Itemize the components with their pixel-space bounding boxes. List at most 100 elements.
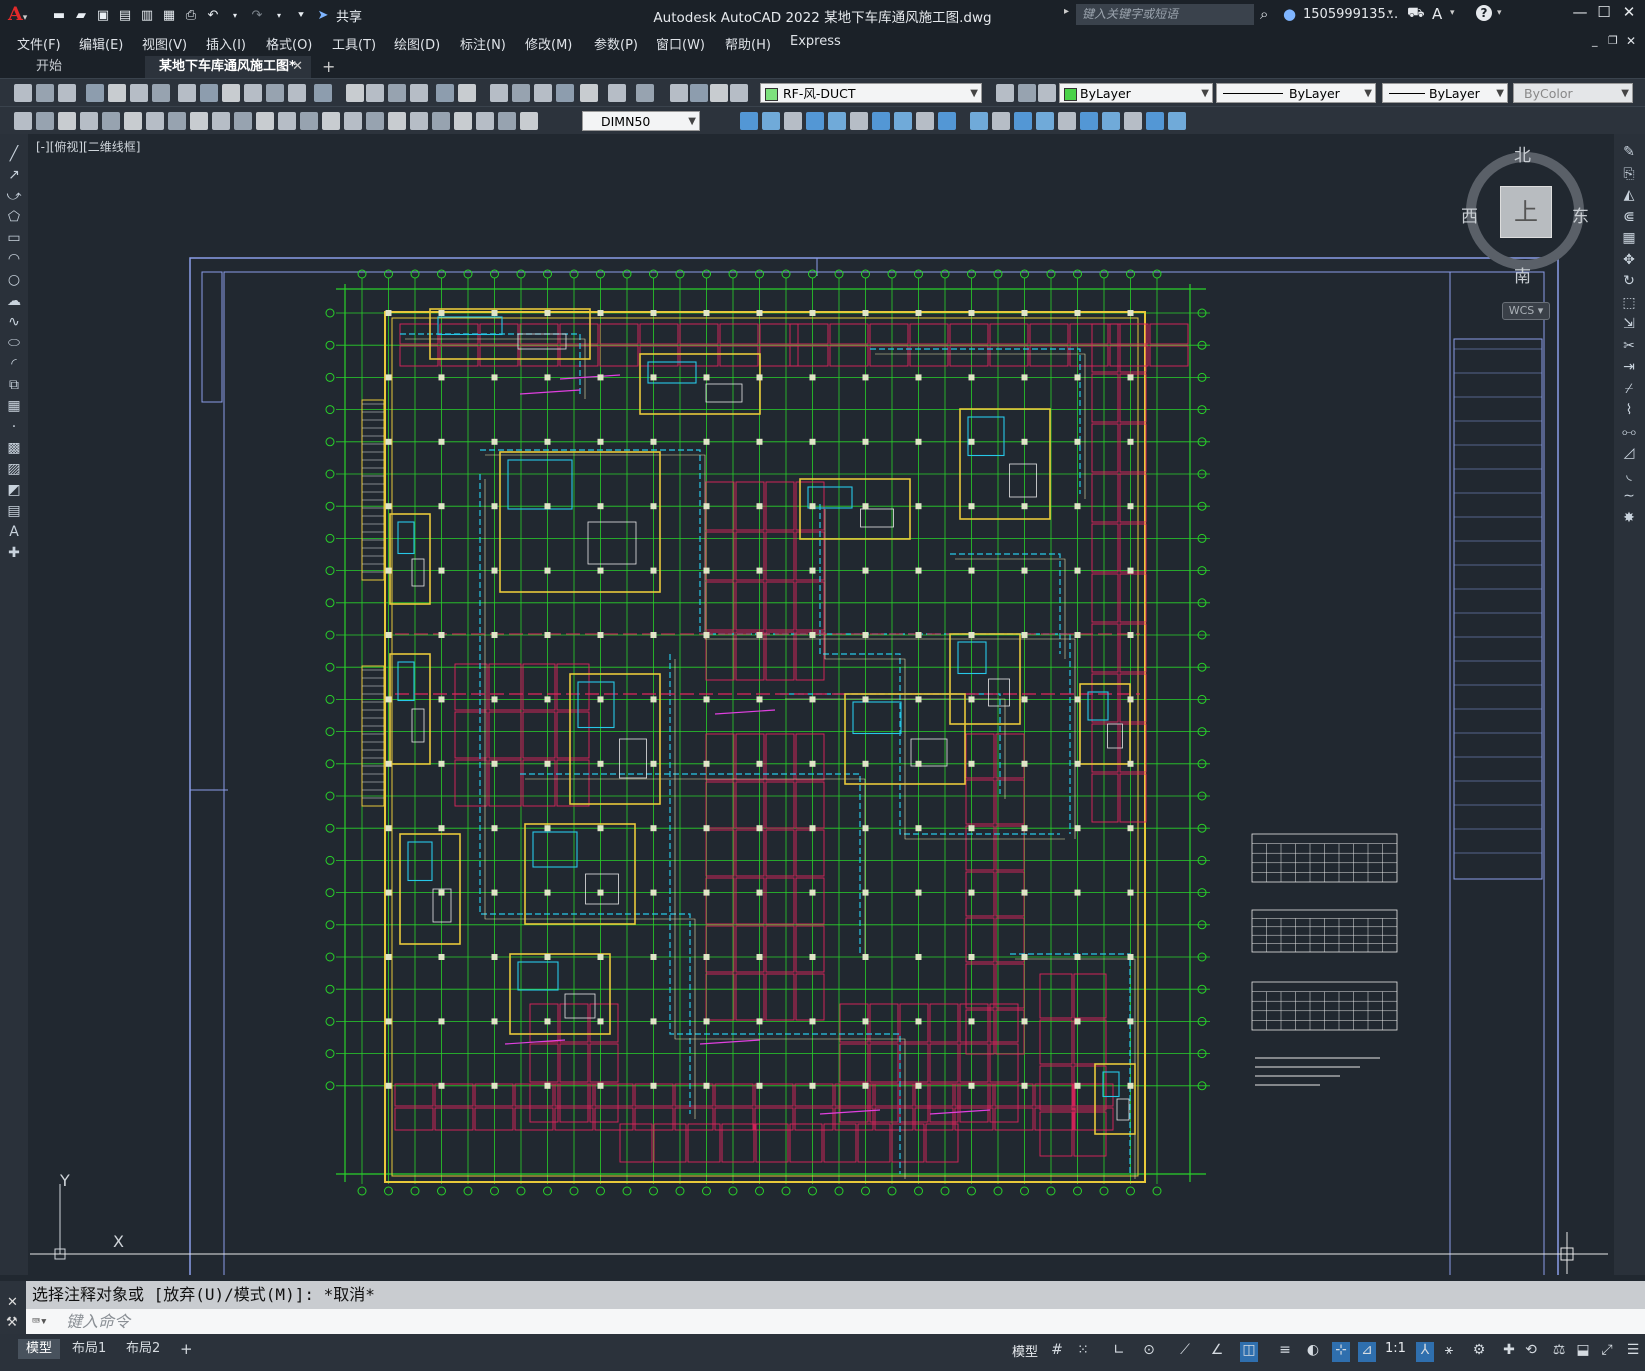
mtext-icon[interactable]: A — [6, 524, 22, 540]
menu-parametric[interactable]: 参数(P) — [594, 34, 638, 53]
make-block-icon[interactable]: ▦ — [6, 398, 22, 414]
user-icon[interactable]: ● — [1283, 5, 1296, 23]
menu-view[interactable]: 视图(V) — [142, 34, 187, 53]
trim-icon[interactable]: ✂ — [1621, 338, 1637, 354]
gradient-icon[interactable]: ▨ — [6, 461, 22, 477]
layer-prev-icon[interactable] — [730, 84, 748, 102]
stretch-icon[interactable] — [784, 112, 802, 130]
snap-toggle-icon[interactable]: ⁙ — [1074, 1342, 1092, 1362]
cart-icon[interactable]: ⛟ — [1407, 5, 1425, 23]
help-icon[interactable] — [608, 84, 626, 102]
search-icon[interactable]: ⌕ — [1260, 5, 1268, 23]
layer-state-icon[interactable] — [670, 84, 688, 102]
rotate-icon[interactable] — [806, 112, 824, 130]
drawing-svg[interactable] — [0, 134, 1645, 1275]
group-icon[interactable] — [1146, 112, 1164, 130]
break-icon[interactable] — [278, 112, 296, 130]
minimize-button[interactable]: — — [1568, 3, 1592, 25]
layer-dropdown[interactable]: RF-风-DUCT ▼ — [760, 83, 982, 103]
close-button[interactable]: ✕ — [1617, 3, 1641, 25]
eraser-icon[interactable] — [266, 84, 284, 102]
array-icon[interactable]: ▦ — [1621, 230, 1637, 246]
fillet-icon[interactable]: ◟ — [1621, 467, 1637, 483]
tab-drawing[interactable]: 某地下车库通风施工图* ✕ — [145, 56, 311, 78]
insert-block-icon[interactable]: ⧉ — [6, 377, 22, 393]
copy-icon[interactable] — [762, 112, 780, 130]
erase-icon[interactable]: ✎ — [1621, 144, 1637, 160]
print-icon[interactable]: ⎙ — [182, 6, 200, 24]
viewcube-south[interactable]: 南 — [1514, 262, 1531, 287]
redo-icon[interactable]: ↷ — [248, 6, 266, 24]
offset-icon[interactable]: ⋐ — [1621, 209, 1637, 225]
customize-toggle-icon[interactable]: ☰ — [1624, 1342, 1642, 1362]
command-prompt-icon[interactable]: ⌨▾ — [32, 1309, 48, 1334]
3dprint-icon[interactable] — [152, 84, 170, 102]
publish-icon[interactable]: ▥ — [138, 6, 156, 24]
chevron-down-icon[interactable]: ▾ — [1497, 8, 1502, 18]
region-icon[interactable]: ◩ — [6, 482, 22, 498]
transparency-toggle-icon[interactable]: ◐ — [1304, 1342, 1322, 1362]
model-space-button[interactable]: 模型 — [1012, 1341, 1038, 1360]
dimstyle-dropdown[interactable]: DIMN50 ▼ — [582, 111, 700, 131]
doc-minimize-button[interactable]: _ — [1592, 34, 1598, 47]
menu-edit[interactable]: 编辑(E) — [79, 34, 123, 53]
extend-icon[interactable]: ⇥ — [1621, 359, 1637, 375]
inspect-icon[interactable] — [344, 112, 362, 130]
explode-icon[interactable] — [1058, 112, 1076, 130]
join-icon[interactable]: ⧟ — [1621, 424, 1637, 440]
chamfer-icon[interactable]: ◿ — [1621, 445, 1637, 461]
chevron-down-icon[interactable]: ▾ — [1450, 8, 1455, 18]
radius-icon[interactable] — [102, 112, 120, 130]
new-tab-button[interactable]: + — [322, 56, 335, 78]
redo-dropdown-icon[interactable]: ▾ — [270, 6, 288, 24]
clean-screen-toggle-icon[interactable]: ⤢ — [1598, 1342, 1616, 1362]
polyline-icon[interactable]: ⤻ — [6, 188, 22, 204]
break-icon[interactable] — [970, 112, 988, 130]
mirror-icon[interactable] — [850, 112, 868, 130]
properties-icon[interactable] — [458, 84, 476, 102]
erase-icon[interactable] — [1080, 112, 1098, 130]
close-tab-icon[interactable]: ✕ — [292, 56, 303, 78]
preview-icon[interactable] — [108, 84, 126, 102]
autodesk-app-icon[interactable]: A — [1432, 5, 1442, 23]
array-icon[interactable] — [894, 112, 912, 130]
mirror-icon[interactable]: ◭ — [1621, 187, 1637, 203]
plotstyle-dropdown[interactable]: ByColor ▼ — [1513, 83, 1633, 103]
share-button[interactable]: 共享 — [336, 6, 362, 25]
move-icon[interactable]: ✥ — [1621, 252, 1637, 268]
new-icon[interactable] — [14, 84, 32, 102]
save-as-icon[interactable]: ▤ — [116, 6, 134, 24]
point-icon[interactable]: · — [6, 419, 22, 435]
block-icon[interactable] — [288, 84, 306, 102]
sheet-set-icon[interactable] — [534, 84, 552, 102]
polygon-icon[interactable]: ⬠ — [6, 209, 22, 225]
chamfer-icon[interactable] — [1014, 112, 1032, 130]
diameter-icon[interactable] — [146, 112, 164, 130]
boundary-icon[interactable] — [1124, 112, 1142, 130]
lineweight-dropdown[interactable]: ByLayer ▼ — [1382, 83, 1508, 103]
menu-help[interactable]: 帮助(H) — [725, 34, 771, 53]
viewcube-north[interactable]: 北 — [1514, 141, 1531, 166]
undo-dropdown-icon[interactable]: ▾ — [226, 6, 244, 24]
command-input[interactable]: ⌨▾ 键入命令 — [26, 1309, 1645, 1334]
undo-icon[interactable]: ↶ — [204, 6, 222, 24]
dim-text-edit-icon[interactable] — [410, 112, 428, 130]
lineweight-toggle-icon[interactable]: ≡ — [1276, 1342, 1294, 1362]
isodraft-toggle-icon[interactable]: ⟋ — [1176, 1342, 1194, 1362]
publish-icon[interactable] — [130, 84, 148, 102]
open-folder-icon[interactable]: ▰ — [72, 6, 90, 24]
doc-close-button[interactable]: ✕ — [1626, 34, 1636, 48]
stretch-icon[interactable]: ⇲ — [1621, 316, 1637, 332]
close-command-icon[interactable]: ✕ — [7, 1295, 18, 1310]
space-icon[interactable] — [256, 112, 274, 130]
move-icon[interactable] — [740, 112, 758, 130]
markup-icon[interactable] — [556, 84, 574, 102]
dim-update-icon[interactable] — [432, 112, 450, 130]
match-layer-icon[interactable] — [1018, 84, 1036, 102]
plot-icon[interactable] — [86, 84, 104, 102]
menu-window[interactable]: 窗口(W) — [656, 34, 705, 53]
customize-wrench-icon[interactable]: ⚒ — [6, 1315, 18, 1330]
command-line-handle[interactable]: ✕ ⚒ — [0, 1281, 26, 1334]
dim-edit-icon[interactable] — [388, 112, 406, 130]
quick-dim-icon[interactable] — [190, 112, 208, 130]
